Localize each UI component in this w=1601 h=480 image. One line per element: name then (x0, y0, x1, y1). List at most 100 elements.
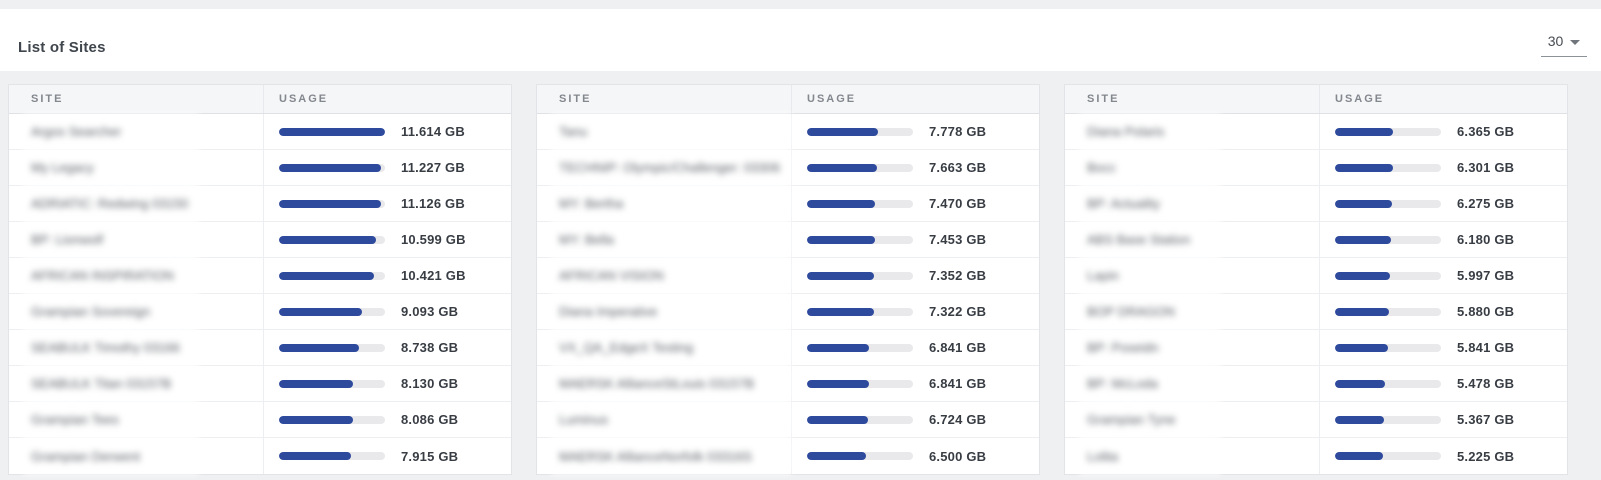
site-row[interactable]: Grampian Derwent 7.915 GB (9, 438, 511, 474)
usage-value: 6.500 GB (929, 449, 986, 464)
usage-bar-fill (279, 164, 381, 172)
site-row[interactable]: MY: Bella 7.453 GB (537, 222, 1039, 258)
site-row[interactable]: Grampian Sovereign 9.093 GB (9, 294, 511, 330)
site-name-cell: Diana Polaris (1065, 114, 1319, 149)
usage-cell: 11.126 GB (263, 186, 511, 221)
usage-value: 10.421 GB (401, 268, 466, 283)
blurred-site-name: My Legacy (23, 150, 199, 185)
site-name-cell: Lapin (1065, 258, 1319, 293)
usage-value: 11.614 GB (401, 124, 465, 139)
usage-value: 8.130 GB (401, 376, 458, 391)
usage-value: 11.126 GB (401, 196, 465, 211)
site-row[interactable]: AFRICAN VISION 7.352 GB (537, 258, 1039, 294)
site-name-text: Grampian Tees (31, 412, 119, 427)
site-name-cell: AFRICAN VISION (537, 258, 791, 293)
site-row[interactable]: Argos Searcher 11.614 GB (9, 114, 511, 150)
blurred-site-name: Luminus (551, 402, 791, 437)
site-row[interactable]: ABS Base Station 6.180 GB (1065, 222, 1567, 258)
site-row[interactable]: My Legacy 11.227 GB (9, 150, 511, 186)
site-name-text: ADRIATIC: Redwing 03150 (31, 196, 188, 211)
site-row[interactable]: TECHNIP: Olympic/Challenger: 03306 7.663… (537, 150, 1039, 186)
site-name-cell: Grampian Tees (9, 402, 263, 437)
site-name-text: Diana Polaris (1087, 124, 1164, 139)
usage-bar-fill (807, 452, 866, 460)
site-name-text: Grampian Sovereign (31, 304, 150, 319)
site-name-text: Diana Imperative (559, 304, 657, 319)
blurred-site-name: SEABULK Titan 03157B (23, 366, 199, 401)
usage-value: 6.841 GB (929, 376, 986, 391)
usage-bar-track (279, 344, 385, 352)
usage-bar-fill (807, 344, 869, 352)
site-row[interactable]: ADRIATIC: Redwing 03150 11.126 GB (9, 186, 511, 222)
blurred-site-name: Grampian Derwent (23, 438, 199, 474)
blurred-site-name: BP: Actuality (1079, 186, 1221, 221)
site-name-text: Bocc (1087, 160, 1116, 175)
site-name-cell: Tanu (537, 114, 791, 149)
usage-bar-fill (1335, 272, 1390, 280)
site-row[interactable]: SEABULK Timothy 03166 8.738 GB (9, 330, 511, 366)
usage-cell: 7.470 GB (791, 186, 1039, 221)
site-row[interactable]: Luminus 6.724 GB (537, 402, 1039, 438)
site-row[interactable]: Lolita 5.225 GB (1065, 438, 1567, 474)
column-header-site: SITE (537, 85, 791, 113)
usage-bar-track (807, 380, 913, 388)
site-row[interactable]: MAERSK AllianceStLouis 03157B 6.841 GB (537, 366, 1039, 402)
site-row[interactable]: Tanu 7.778 GB (537, 114, 1039, 150)
site-name-cell: Diana Imperative (537, 294, 791, 329)
usage-cell: 10.599 GB (263, 222, 511, 257)
site-row[interactable]: Diana Imperative 7.322 GB (537, 294, 1039, 330)
usage-cell: 5.225 GB (1319, 438, 1567, 474)
usage-value: 5.478 GB (1457, 376, 1514, 391)
usage-bar-fill (807, 380, 869, 388)
usage-bar-track (279, 236, 385, 244)
site-row[interactable]: VX_QA_EdgeX Testing 6.841 GB (537, 330, 1039, 366)
page-header: List of Sites 30 (0, 9, 1601, 71)
usage-bar-track (279, 380, 385, 388)
site-row[interactable]: BP: McLoda 5.478 GB (1065, 366, 1567, 402)
site-row[interactable]: SEABULK Titan 03157B 8.130 GB (9, 366, 511, 402)
site-name-text: Lolita (1087, 449, 1118, 464)
site-row[interactable]: Lapin 5.997 GB (1065, 258, 1567, 294)
site-row[interactable]: BP: Actuality 6.275 GB (1065, 186, 1567, 222)
site-name-cell: Grampian Tyne (1065, 402, 1319, 437)
usage-value: 6.724 GB (929, 412, 986, 427)
site-row[interactable]: Bocc 6.301 GB (1065, 150, 1567, 186)
site-row[interactable]: MAERSK AllianceNorfolk 03316S 6.500 GB (537, 438, 1039, 474)
site-name-text: My Legacy (31, 160, 94, 175)
site-row[interactable]: Diana Polaris 6.365 GB (1065, 114, 1567, 150)
usage-bar-fill (279, 272, 374, 280)
blurred-site-name: Tanu (551, 114, 791, 149)
site-name-text: AFRICAN VISION (559, 268, 664, 283)
site-row[interactable]: AFRICAN INSPIRATION 10.421 GB (9, 258, 511, 294)
site-row[interactable]: Grampian Tees 8.086 GB (9, 402, 511, 438)
usage-bar-track (279, 128, 385, 136)
site-name-cell: AFRICAN INSPIRATION (9, 258, 263, 293)
usage-bar-fill (1335, 200, 1392, 208)
site-row[interactable]: Grampian Tyne 5.367 GB (1065, 402, 1567, 438)
usage-bar-track (1335, 416, 1441, 424)
blurred-site-name: BP: Poseidn (1079, 330, 1221, 365)
blurred-site-name: Grampian Tyne (1079, 402, 1221, 437)
usage-value: 10.599 GB (401, 232, 466, 247)
usage-value: 7.352 GB (929, 268, 986, 283)
caret-down-icon (1570, 40, 1580, 45)
usage-bar-fill (279, 452, 351, 460)
site-name-cell: ADRIATIC: Redwing 03150 (9, 186, 263, 221)
page-title: List of Sites (18, 39, 106, 56)
page-size-dropdown[interactable]: 30 (1541, 33, 1587, 57)
usage-bar-track (807, 200, 913, 208)
usage-cell: 7.663 GB (791, 150, 1039, 185)
site-row[interactable]: BOP DRAGON 5.880 GB (1065, 294, 1567, 330)
site-row[interactable]: MY: Bertha 7.470 GB (537, 186, 1039, 222)
usage-value: 8.086 GB (401, 412, 458, 427)
usage-value: 5.997 GB (1457, 268, 1514, 283)
usage-value: 7.663 GB (929, 160, 986, 175)
site-row[interactable]: BP: Poseidn 5.841 GB (1065, 330, 1567, 366)
usage-value: 6.275 GB (1457, 196, 1514, 211)
usage-bar-fill (807, 308, 874, 316)
site-name-text: SEABULK Timothy 03166 (31, 340, 180, 355)
site-row[interactable]: BP: Lionwolf 10.599 GB (9, 222, 511, 258)
usage-bar-track (807, 272, 913, 280)
usage-cell: 7.453 GB (791, 222, 1039, 257)
site-name-text: BP: Lionwolf (31, 232, 103, 247)
